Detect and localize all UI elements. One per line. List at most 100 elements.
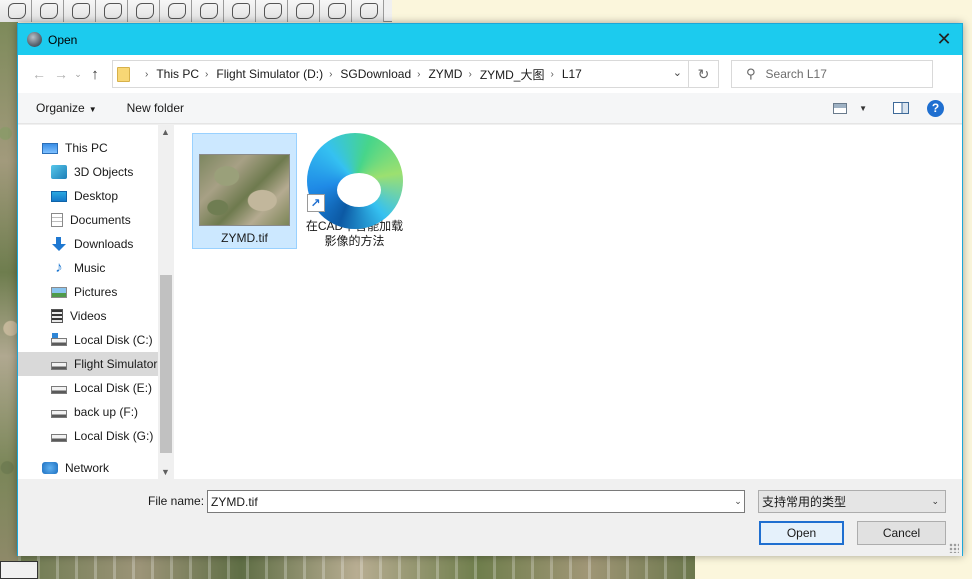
documents-icon — [51, 213, 63, 227]
network-icon — [42, 462, 58, 474]
breadcrumb-separator-icon: › — [205, 68, 209, 80]
edge-shortcut-icon: ↗ — [306, 133, 403, 229]
chevron-down-icon: ⌄ — [931, 496, 939, 506]
breadcrumb-item[interactable]: › This PC — [139, 67, 199, 81]
nav-item-3d-objects[interactable]: 3D Objects — [18, 160, 174, 184]
dialog-body: This PC 3D Objects Desktop Documents Dow… — [18, 125, 962, 479]
nav-item-back-up-f[interactable]: back up (F:) — [18, 400, 174, 424]
title-bar: Open ✕ — [18, 24, 962, 55]
app-icon — [27, 32, 42, 47]
nav-scrollbar[interactable]: ▲ ▼ — [158, 125, 174, 479]
breadcrumb-separator-icon: › — [145, 68, 149, 80]
file-name-label: ZYMD.tif — [221, 231, 268, 245]
nav-item-videos[interactable]: Videos — [18, 304, 174, 328]
open-dialog: Open ✕ ← → ⌄ ↑ › This PC › Flight Simulato… — [17, 23, 963, 556]
command-bar: Organize ▼ New folder ▼ ? — [18, 93, 962, 124]
tool-button[interactable] — [288, 0, 320, 22]
music-icon: ♪ — [55, 259, 63, 276]
drive-icon — [51, 434, 67, 442]
breadcrumb-item[interactable]: › ZYMD — [411, 67, 462, 81]
pictures-icon — [51, 286, 67, 298]
tool-button[interactable] — [32, 0, 64, 22]
address-dropdown-chevron-icon[interactable]: ⌄ — [673, 66, 682, 79]
file-type-select[interactable]: 支持常用的类型 ⌄ — [758, 490, 946, 513]
breadcrumb-item[interactable]: › Flight Simulator (D:) — [199, 67, 323, 81]
tool-button[interactable] — [192, 0, 224, 22]
image-thumbnail — [199, 154, 290, 226]
close-button[interactable]: ✕ — [926, 24, 962, 55]
nav-item-desktop[interactable]: Desktop — [18, 184, 174, 208]
search-placeholder: Search L17 — [765, 67, 827, 81]
videos-icon — [51, 309, 63, 323]
drive-icon — [51, 362, 67, 370]
drive-icon — [51, 333, 67, 346]
breadcrumb-separator-icon: › — [468, 68, 472, 80]
tool-button[interactable] — [160, 0, 192, 22]
scrollbar-thumb[interactable] — [160, 275, 172, 453]
scroll-down-icon[interactable]: ▼ — [161, 467, 170, 477]
up-arrow-icon[interactable]: ↑ — [84, 63, 106, 85]
open-button[interactable]: Open — [759, 521, 844, 545]
cancel-button[interactable]: Cancel — [857, 521, 946, 545]
recent-locations-chevron-icon[interactable]: ⌄ — [72, 69, 84, 80]
desktop-icon — [51, 190, 67, 202]
file-item-edge-shortcut[interactable]: ↗ 在CAD中智能加载影像的方法 — [302, 133, 407, 249]
scroll-up-icon[interactable]: ▲ — [161, 127, 170, 137]
breadcrumb-item[interactable]: › L17 — [544, 67, 581, 81]
nav-item-flight-simulator[interactable]: Flight Simulator — [18, 352, 174, 376]
drive-icon — [51, 386, 67, 394]
breadcrumb-separator-icon: › — [417, 68, 421, 80]
3d-objects-icon — [51, 165, 67, 179]
preview-pane-icon[interactable] — [893, 102, 909, 114]
nav-item-music[interactable]: ♪ Music — [18, 256, 174, 280]
file-name-dropdown-chevron-icon[interactable]: ⌄ — [731, 490, 745, 513]
file-list: ZYMD.tif ↗ 在CAD中智能加载影像的方法 — [174, 125, 962, 479]
tool-button[interactable] — [96, 0, 128, 22]
downloads-icon — [51, 237, 67, 251]
search-icon: ⚲ — [746, 66, 756, 81]
organize-button[interactable]: Organize ▼ — [36, 101, 97, 115]
breadcrumb-separator-icon: › — [550, 68, 554, 80]
new-folder-button[interactable]: New folder — [127, 101, 184, 115]
tool-button[interactable] — [320, 0, 352, 22]
nav-item-downloads[interactable]: Downloads — [18, 232, 174, 256]
background-panel — [962, 22, 972, 579]
file-item-zymd-tif[interactable]: ZYMD.tif — [192, 133, 297, 249]
view-controls: ▼ ? — [833, 99, 944, 117]
nav-item-this-pc[interactable]: This PC — [18, 136, 174, 160]
nav-item-pictures[interactable]: Pictures — [18, 280, 174, 304]
tool-button[interactable] — [0, 0, 32, 22]
background-map — [18, 555, 695, 579]
dialog-title: Open — [48, 32, 78, 47]
breadcrumb-item[interactable]: › SGDownload — [323, 67, 411, 81]
refresh-icon[interactable]: ↻ — [689, 60, 719, 88]
breadcrumb-item[interactable]: › ZYMD_大图 — [462, 66, 544, 83]
tool-button[interactable] — [256, 0, 288, 22]
address-row: ← → ⌄ ↑ › This PC › Flight Simulator (D:) … — [18, 55, 962, 93]
address-bar[interactable]: › This PC › Flight Simulator (D:) › SGDownl… — [112, 60, 689, 88]
bottom-bar: File name: ZYMD.tif ⌄ 支持常用的类型 ⌄ Open Can… — [18, 479, 962, 556]
nav-item-documents[interactable]: Documents — [18, 208, 174, 232]
change-view-icon[interactable] — [833, 102, 848, 114]
folder-icon — [117, 66, 130, 82]
tool-button[interactable] — [352, 0, 384, 22]
back-arrow-icon[interactable]: ← — [28, 63, 50, 85]
tool-button[interactable] — [64, 0, 96, 22]
forward-arrow-icon[interactable]: → — [50, 63, 72, 85]
help-icon[interactable]: ? — [927, 99, 944, 117]
nav-item-local-disk-c[interactable]: Local Disk (C:) — [18, 328, 174, 352]
nav-item-local-disk-g[interactable]: Local Disk (G:) — [18, 424, 174, 448]
background-corner — [0, 561, 38, 579]
view-options-arrow-icon[interactable]: ▼ — [859, 104, 867, 113]
tool-button[interactable] — [224, 0, 256, 22]
file-name-label: File name: — [148, 494, 205, 508]
drive-icon — [51, 410, 67, 418]
nav-item-local-disk-e[interactable]: Local Disk (E:) — [18, 376, 174, 400]
nav-item-network[interactable]: Network — [18, 456, 174, 480]
tool-button[interactable] — [128, 0, 160, 22]
search-input[interactable]: ⚲ Search L17 — [731, 60, 933, 88]
breadcrumb-separator-icon: › — [329, 68, 333, 80]
file-name-input[interactable]: ZYMD.tif — [207, 490, 745, 513]
resize-grip-icon[interactable] — [949, 543, 959, 553]
